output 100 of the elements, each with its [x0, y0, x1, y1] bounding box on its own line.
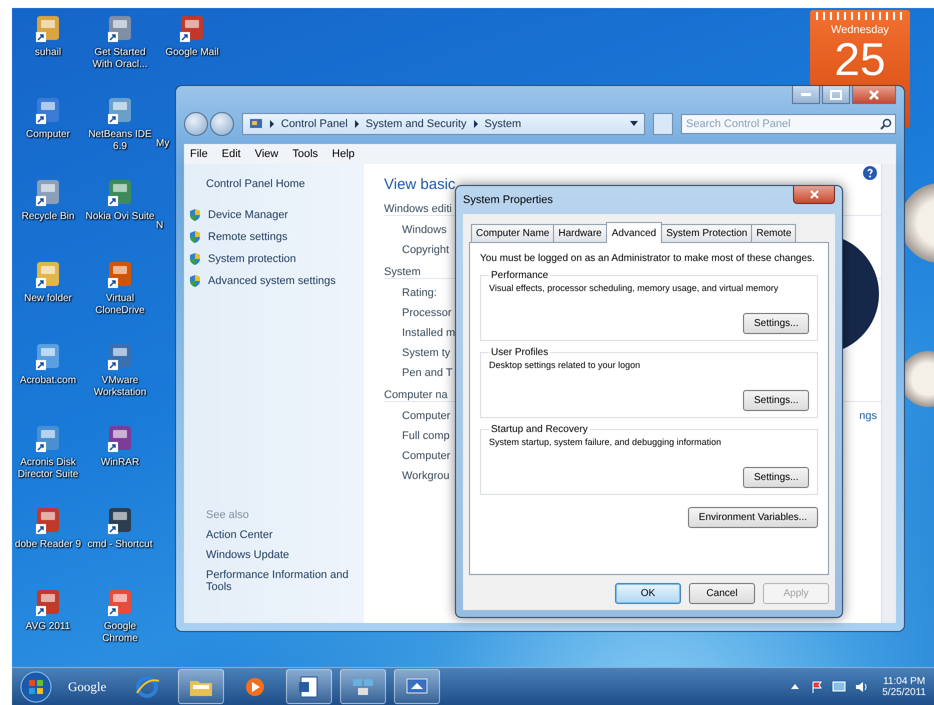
menu-item[interactable]: Tools: [292, 148, 318, 160]
tab[interactable]: Computer Name: [471, 224, 554, 242]
chevron-icon: [472, 120, 479, 128]
menu-item[interactable]: View: [254, 148, 278, 160]
icon-label[interactable]: WinRAR: [100, 457, 140, 469]
taskbar-button[interactable]: [178, 669, 224, 704]
group-title: Startup and Recovery: [490, 424, 589, 435]
icon-label[interactable]: Google Mail: [165, 47, 219, 59]
field-label: Rating:: [402, 287, 437, 299]
maximize-button[interactable]: [822, 86, 850, 104]
sidebar-link[interactable]: Action Center: [206, 529, 356, 541]
start-button[interactable]: [20, 670, 52, 702]
dialog-button[interactable]: OK: [615, 583, 681, 604]
icon-label[interactable]: VMware Workstation: [85, 375, 155, 399]
menu-item[interactable]: Edit: [222, 148, 241, 160]
icon-label[interactable]: Get Started With Oracl...: [85, 47, 155, 71]
icon-label[interactable]: dobe Reader 9: [14, 539, 82, 551]
search-icon: [880, 118, 892, 130]
group-description: Desktop settings related to your logon: [489, 360, 642, 370]
close-icon[interactable]: [810, 190, 818, 199]
field-label: Computer: [402, 410, 450, 422]
field-label: Full comp: [402, 430, 450, 442]
search-field[interactable]: Search Control Panel: [681, 114, 896, 134]
chevron-icon: [354, 120, 360, 128]
clock[interactable]: 11:04 PM 5/25/2011: [882, 676, 926, 698]
close-button[interactable]: [852, 86, 896, 104]
sidebar-link[interactable]: System protection: [208, 253, 296, 265]
icon-label[interactable]: NetBeans IDE 6.9: [85, 129, 155, 153]
shield-icon: [188, 274, 202, 288]
environment-variables-button[interactable]: Environment Variables...: [688, 507, 818, 528]
icon-label[interactable]: Acronis Disk Director Suite: [13, 457, 83, 481]
icon-label[interactable]: Nokia Ovi Suite: [86, 211, 154, 223]
group-title: Performance: [490, 270, 550, 281]
refresh-button[interactable]: [653, 113, 673, 135]
dropdown-arrow-icon[interactable]: [630, 121, 638, 127]
shield-icon: [188, 230, 202, 244]
breadcrumb-item[interactable]: System: [484, 118, 522, 130]
sidebar-link[interactable]: Device Manager: [208, 209, 288, 221]
scrollbar[interactable]: [881, 164, 896, 623]
field-label: Processor: [402, 307, 452, 319]
icon-label[interactable]: suhail: [34, 47, 62, 59]
section-title: System: [384, 266, 421, 278]
forward-button[interactable]: [210, 112, 234, 136]
settings-button[interactable]: Settings...: [743, 467, 809, 488]
field-label: Pen and T: [402, 367, 453, 379]
close-button[interactable]: [793, 186, 835, 204]
field-label: System ty: [402, 347, 450, 359]
page-heading: View basic: [384, 176, 456, 193]
help-icon[interactable]: [863, 166, 877, 180]
breadcrumb-item[interactable]: Control Panel: [281, 118, 348, 130]
calendar-day: 25: [834, 36, 886, 82]
calendar-weekday: Wednesday: [831, 24, 889, 36]
change-settings-link[interactable]: ngs: [859, 410, 877, 422]
icon-label[interactable]: Computer: [26, 129, 70, 141]
icon-label[interactable]: N: [156, 220, 164, 232]
icon-label[interactable]: Google Chrome: [85, 621, 155, 645]
time-text: 11:04 PM: [883, 676, 926, 686]
tab[interactable]: Remote: [751, 224, 796, 242]
field-label: Computer: [402, 450, 450, 462]
minimize-button[interactable]: [792, 86, 820, 104]
group-title: User Profiles: [490, 347, 550, 358]
speaker-icon[interactable]: [854, 680, 868, 694]
tab[interactable]: Advanced: [606, 222, 662, 243]
back-button[interactable]: [184, 112, 208, 136]
menu-item[interactable]: Help: [332, 148, 355, 160]
dialog-button[interactable]: Cancel: [689, 583, 755, 604]
close-icon[interactable]: [869, 90, 879, 100]
address-bar[interactable]: Control Panel System and Security System: [242, 113, 645, 135]
sidebar-link[interactable]: Windows Update: [206, 549, 356, 561]
settings-button[interactable]: Settings...: [743, 390, 809, 411]
icon-label[interactable]: Recycle Bin: [22, 211, 74, 223]
group-description: Visual effects, processor scheduling, memory usage, and virtual memory: [489, 283, 780, 293]
dialog-title: System Properties: [463, 194, 553, 206]
sidebar-link[interactable]: Remote settings: [208, 231, 288, 243]
section-title: Windows editi: [384, 203, 452, 215]
flag-icon[interactable]: [810, 680, 824, 694]
settings-button[interactable]: Settings...: [743, 313, 809, 334]
tab[interactable]: System Protection: [661, 224, 752, 242]
toolbar-label[interactable]: Google: [68, 678, 106, 694]
field-label: Installed m: [402, 327, 456, 339]
taskbar-button[interactable]: [394, 669, 440, 704]
icon-label[interactable]: New folder: [24, 293, 72, 305]
shield-icon: [188, 252, 202, 266]
icon-label[interactable]: Virtual CloneDrive: [85, 293, 155, 317]
taskbar-button[interactable]: [286, 669, 332, 704]
icon-label[interactable]: AVG 2011: [26, 621, 70, 633]
tab[interactable]: Hardware: [553, 224, 607, 242]
icon-label[interactable]: Acrobat.com: [20, 375, 76, 387]
menu-item[interactable]: File: [190, 148, 208, 160]
icon-label[interactable]: My: [156, 138, 170, 150]
sidebar-link[interactable]: Advanced system settings: [208, 275, 336, 287]
field-label: Copyright: [402, 244, 450, 256]
field-label: Windows: [402, 224, 447, 236]
date-text: 5/25/2011: [882, 686, 926, 698]
sidebar-link[interactable]: Control Panel Home: [206, 178, 364, 190]
shield-icon: [188, 208, 202, 222]
breadcrumb-item[interactable]: System and Security: [366, 118, 467, 130]
taskbar-button[interactable]: [340, 669, 386, 704]
icon-label[interactable]: cmd - Shortcut: [87, 539, 153, 551]
sidebar-link[interactable]: Performance Information and Tools: [206, 569, 356, 593]
